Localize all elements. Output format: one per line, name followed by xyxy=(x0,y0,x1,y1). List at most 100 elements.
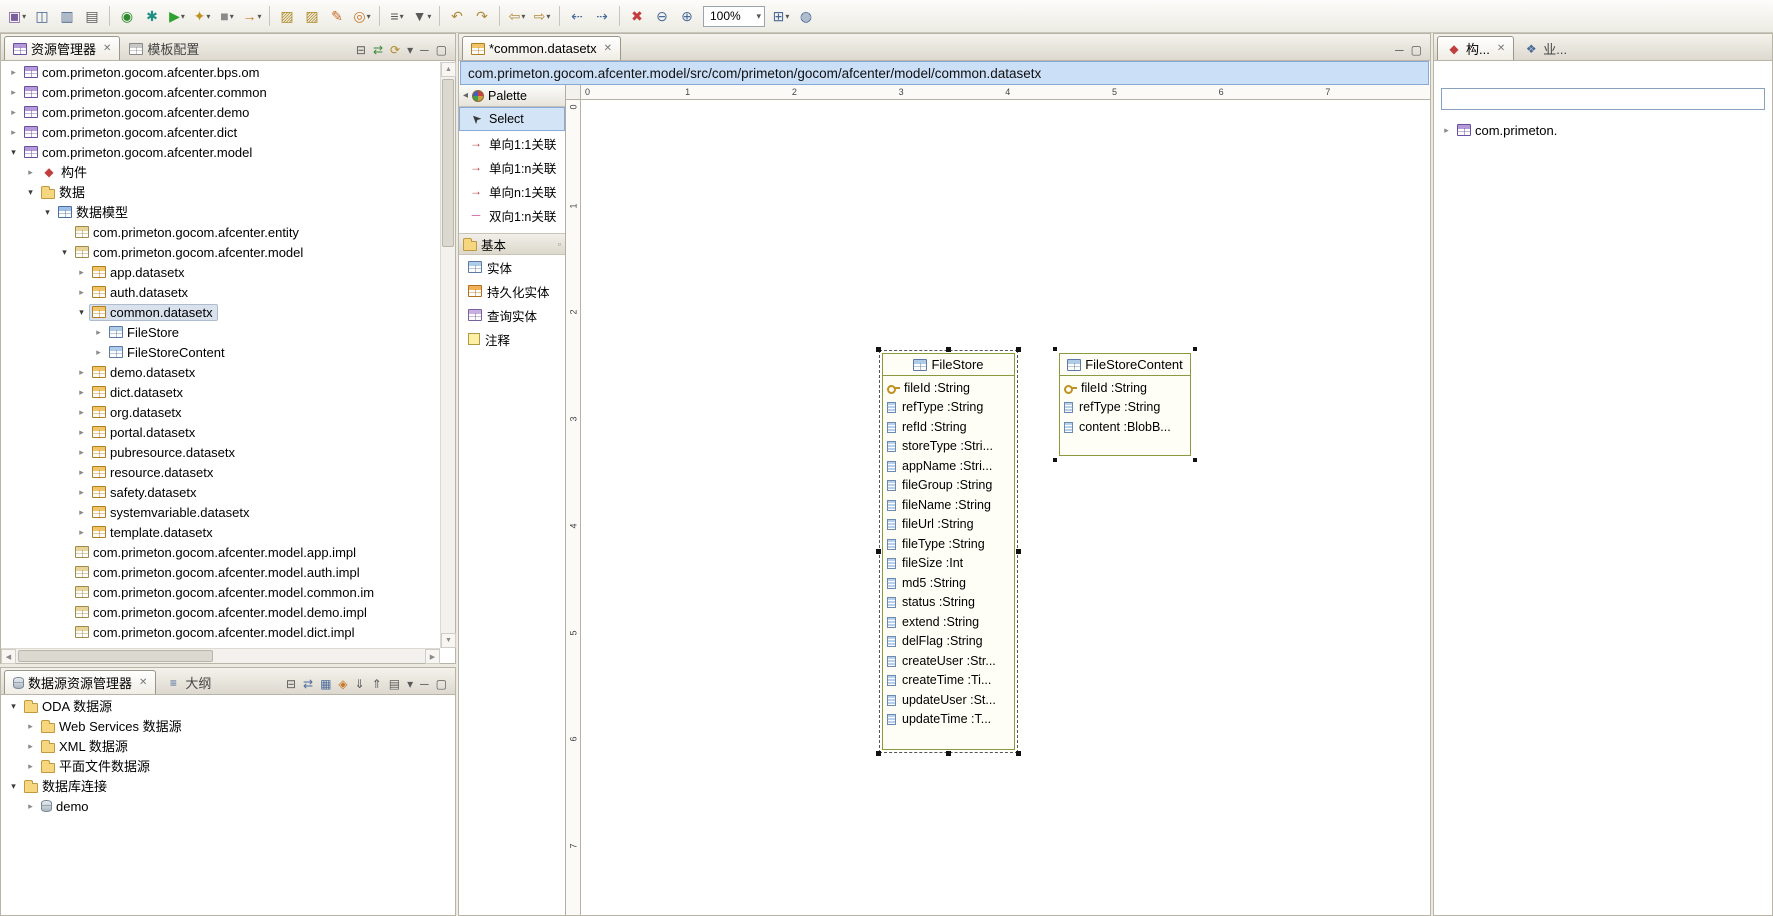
tab-outline[interactable]: ≡大纲 xyxy=(156,670,220,694)
horizontal-ruler[interactable]: 01234567 xyxy=(581,85,1430,100)
tree-item-4[interactable]: ▾数据库连接 xyxy=(2,776,454,796)
expand-arrow-icon[interactable]: ▸ xyxy=(6,107,21,118)
palette-group-basic[interactable]: 基本 ▫ xyxy=(459,233,565,255)
print-button[interactable]: ▤ xyxy=(80,4,104,28)
palette-tool-comment[interactable]: 注释 xyxy=(459,327,565,351)
maximize-icon[interactable]: ▢ xyxy=(436,44,447,56)
expand-arrow-icon[interactable]: ▸ xyxy=(74,487,89,498)
external-tools-button[interactable]: ✱ xyxy=(140,4,164,28)
entity-field-fileGroup[interactable]: fileGroup :String xyxy=(886,476,1014,496)
collapse-arrow-icon[interactable]: ▾ xyxy=(6,781,21,792)
resize-handle-nw[interactable] xyxy=(1053,347,1057,351)
tree-item-27[interactable]: com.primeton.gocom.afcenter.model.demo.i… xyxy=(2,602,439,622)
collapse-all-icon[interactable]: ⊟ xyxy=(286,678,296,690)
tree-item-body[interactable]: template.datasetx xyxy=(89,524,218,541)
expand-arrow-icon[interactable]: ▸ xyxy=(74,287,89,298)
resize-handle-se[interactable] xyxy=(1193,458,1197,462)
chevron-down-icon[interactable]: ▾ xyxy=(756,11,761,22)
entity-field-delFlag[interactable]: delFlag :String xyxy=(886,632,1014,652)
palette-tool-two-way-1-n[interactable]: ─双向1:n关联 xyxy=(459,203,565,227)
new-connection-icon[interactable]: ▦ xyxy=(320,678,331,690)
tree-item-body[interactable]: com.primeton.gocom.afcenter.model.common… xyxy=(72,584,379,601)
tree-item-body[interactable]: safety.datasetx xyxy=(89,484,201,501)
tree-item-body[interactable]: com.primeton.gocom.afcenter.model xyxy=(21,144,257,161)
entity-field-refType[interactable]: refType :String xyxy=(1063,398,1190,418)
entity-field-fileId[interactable]: fileId :String xyxy=(886,378,1014,398)
import-icon[interactable]: ⇓ xyxy=(355,678,365,690)
explorer-horizontal-scrollbar[interactable]: ◀ ▶ xyxy=(1,648,440,663)
tree-item-3[interactable]: ▸平面文件数据源 xyxy=(2,756,454,776)
resize-handle-n[interactable] xyxy=(946,347,951,352)
resize-handle-sw[interactable] xyxy=(876,751,881,756)
tree-item-0[interactable]: ▸com.primeton.gocom.afcenter.bps.om xyxy=(2,62,439,82)
scrollbar-thumb[interactable] xyxy=(18,650,213,662)
minimize-icon[interactable]: ─ xyxy=(420,44,429,56)
tree-item-body[interactable]: demo xyxy=(38,798,94,815)
entity-title[interactable]: FileStoreContent xyxy=(1060,354,1190,376)
tree-item-5[interactable]: ▸◆构件 xyxy=(2,162,439,182)
tree-item-28[interactable]: com.primeton.gocom.afcenter.model.dict.i… xyxy=(2,622,439,642)
tree-item-16[interactable]: ▸dict.datasetx xyxy=(2,382,439,402)
tree-item-21[interactable]: ▸safety.datasetx xyxy=(2,482,439,502)
maximize-icon[interactable]: ▢ xyxy=(1411,44,1422,56)
resize-handle-ne[interactable] xyxy=(1016,347,1021,352)
dropdown-caret-icon[interactable]: ▾ xyxy=(546,12,550,21)
tree-item-5[interactable]: ▸demo xyxy=(2,796,454,816)
redo-button[interactable]: ↷ xyxy=(470,4,494,28)
view-menu-icon[interactable]: ▾ xyxy=(407,678,413,690)
zoom-level-select[interactable]: 100%▾ xyxy=(703,6,765,27)
tree-item-body[interactable]: app.datasetx xyxy=(89,264,189,281)
tree-item-7[interactable]: ▾数据模型 xyxy=(2,202,439,222)
tree-item-body[interactable]: portal.datasetx xyxy=(89,424,200,441)
breadcrumb[interactable]: com.primeton.gocom.afcenter.model/src/co… xyxy=(460,61,1429,85)
expand-arrow-icon[interactable]: ▸ xyxy=(23,761,38,772)
debug-last-button[interactable]: ◉ xyxy=(115,4,139,28)
delete-button[interactable]: ✖ xyxy=(625,4,649,28)
new-profile-icon[interactable]: ◈ xyxy=(338,678,347,690)
format-brush-button[interactable]: ✎ xyxy=(325,4,349,28)
entity-field-createTime[interactable]: createTime :Ti... xyxy=(886,671,1014,691)
resize-handle-w[interactable] xyxy=(876,549,881,554)
tree-item-body[interactable]: com.primeton.gocom.afcenter.model.demo.i… xyxy=(72,604,372,621)
entity-field-content[interactable]: content :BlobB... xyxy=(1063,417,1190,437)
zoom-out-button[interactable]: ⊖ xyxy=(650,4,674,28)
tree-item-body[interactable]: ODA 数据源 xyxy=(21,698,117,715)
scroll-left-icon[interactable]: ◀ xyxy=(1,649,16,664)
entity-field-md5[interactable]: md5 :String xyxy=(886,573,1014,593)
maximize-icon[interactable]: ▢ xyxy=(436,678,447,690)
tree-item-body[interactable]: com.primeton.gocom.afcenter.demo xyxy=(21,104,254,121)
tree-item-body[interactable]: com.primeton.gocom.afcenter.model.app.im… xyxy=(72,544,361,561)
run-button[interactable]: ▶▾ xyxy=(165,4,189,28)
diagram-canvas[interactable]: FileStorefileId :StringrefType :Stringre… xyxy=(581,100,1430,915)
resize-handle-nw[interactable] xyxy=(876,347,881,352)
tree-item-body[interactable]: 数据模型 xyxy=(55,204,133,221)
right-splitter[interactable] xyxy=(1431,33,1433,916)
find-button[interactable]: ◍ xyxy=(794,4,818,28)
tab-datasource-explorer[interactable]: 数据源资源管理器✕ xyxy=(4,670,156,694)
link-with-editor-icon[interactable]: ⇄ xyxy=(303,678,313,690)
scroll-up-icon[interactable]: ▲ xyxy=(441,62,456,77)
entity-field-refId[interactable]: refId :String xyxy=(886,417,1014,437)
entity-field-fileUrl[interactable]: fileUrl :String xyxy=(886,515,1014,535)
entity-FileStore[interactable]: FileStorefileId :StringrefType :Stringre… xyxy=(882,353,1015,750)
tree-item-12[interactable]: ▾common.datasetx xyxy=(2,302,439,322)
new-wizard-button[interactable]: ▣▾ xyxy=(5,4,29,28)
entity-field-fileSize[interactable]: fileSize :Int xyxy=(886,554,1014,574)
entity-field-extend[interactable]: extend :String xyxy=(886,612,1014,632)
entity-field-refType[interactable]: refType :String xyxy=(886,398,1014,418)
expand-arrow-icon[interactable]: ▸ xyxy=(74,527,89,538)
entity-field-appName[interactable]: appName :Stri... xyxy=(886,456,1014,476)
tree-item-17[interactable]: ▸org.datasetx xyxy=(2,402,439,422)
tree-item-4[interactable]: ▾com.primeton.gocom.afcenter.model xyxy=(2,142,439,162)
next-annotation-button[interactable]: ▼▾ xyxy=(410,4,434,28)
scrollbar-thumb[interactable] xyxy=(442,79,454,247)
tree-item-body[interactable]: auth.datasetx xyxy=(89,284,193,301)
entity-field-fileType[interactable]: fileType :String xyxy=(886,534,1014,554)
dropdown-caret-icon[interactable]: ▾ xyxy=(206,12,210,21)
tree-item-body[interactable]: pubresource.datasetx xyxy=(89,444,240,461)
undo-button[interactable]: ↶ xyxy=(445,4,469,28)
expand-arrow-icon[interactable]: ▸ xyxy=(91,327,106,338)
expand-arrow-icon[interactable]: ▸ xyxy=(6,127,21,138)
resize-handle-e[interactable] xyxy=(1016,549,1021,554)
dropdown-caret-icon[interactable]: ▾ xyxy=(367,12,371,21)
